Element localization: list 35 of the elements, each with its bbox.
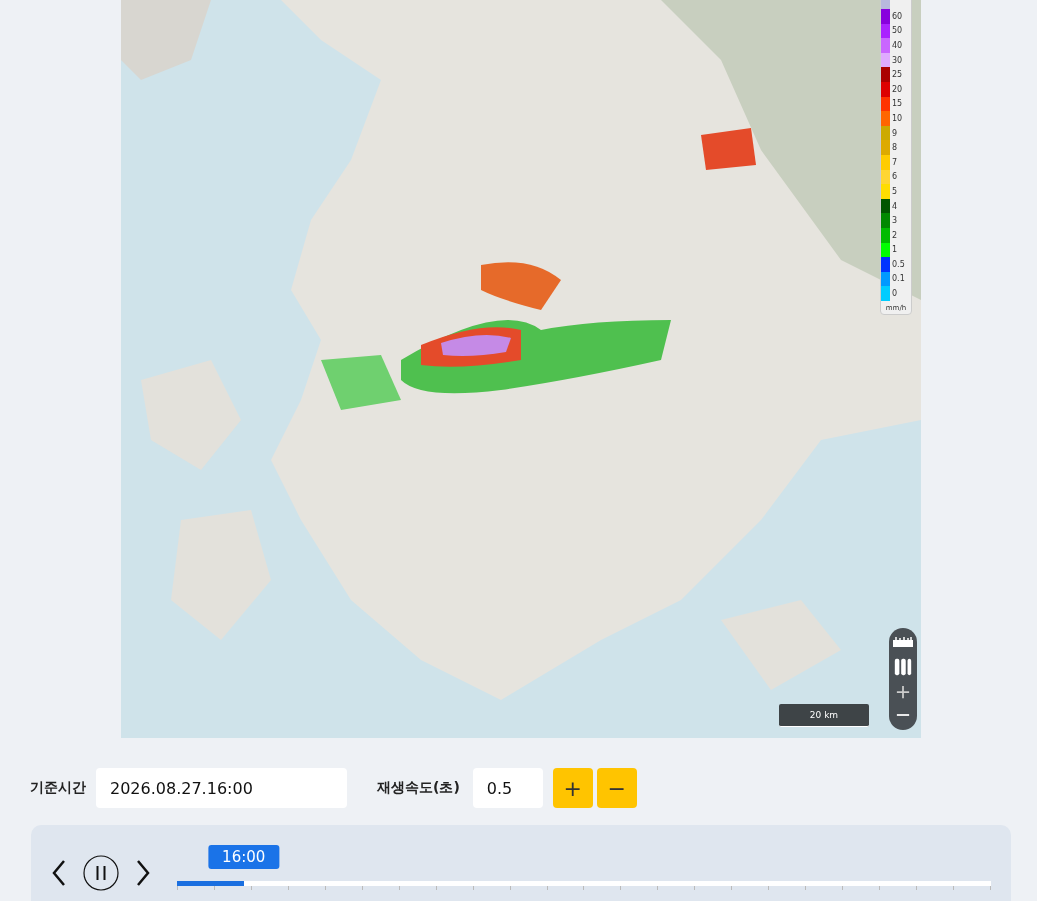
base-time-field[interactable]: 2026.08.27.16:00 (96, 768, 347, 808)
legend-label: 4 (891, 201, 898, 211)
legend-label: 0.1 (891, 274, 905, 284)
layers-icon[interactable] (893, 656, 913, 677)
legend-label: 50 (891, 26, 903, 36)
legend-label: 20 (891, 84, 903, 94)
legend-label: 3 (891, 216, 898, 226)
legend-label: 40 (891, 41, 903, 50)
speed-label: 재생속도(초) (377, 779, 460, 797)
legend-label: 60 (891, 11, 903, 21)
legend-label: 7 (891, 157, 898, 167)
legend-label: 30 (891, 55, 903, 65)
time-tooltip: 16:00 (208, 845, 280, 869)
legend-label: 0 (891, 289, 898, 299)
legend-label: 25 (891, 70, 903, 80)
ruler-icon[interactable] (892, 636, 914, 649)
pause-icon[interactable] (83, 855, 119, 891)
scale-bar: 20 km (779, 704, 869, 727)
legend-label: 6 (891, 172, 898, 182)
speed-field[interactable]: 0.5 (472, 768, 543, 808)
speed-down-button[interactable]: − (596, 768, 637, 808)
legend-label: 1 (891, 245, 898, 255)
legend-label: 5 (891, 186, 898, 196)
legend-label: 8 (891, 143, 898, 153)
legend-swatch (881, 0, 890, 9)
previous-icon[interactable] (51, 859, 67, 887)
zoom-in-icon[interactable] (896, 685, 910, 700)
legend-label: 10 (891, 113, 903, 123)
legend-label: 0.5 (891, 259, 905, 269)
legend-label: 9 (891, 128, 898, 138)
base-time-label: 기준시간 (30, 779, 86, 797)
legend-label: 2 (891, 230, 898, 240)
legend-label: 15 (891, 99, 903, 109)
next-icon[interactable] (135, 859, 151, 887)
speed-up-button[interactable]: + (552, 768, 593, 808)
